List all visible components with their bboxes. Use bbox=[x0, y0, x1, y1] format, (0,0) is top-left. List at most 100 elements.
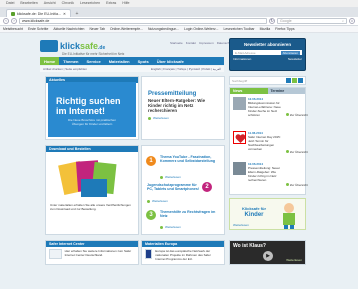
number-badge-2: 2 bbox=[202, 182, 212, 192]
nav-materialien[interactable]: Materialien bbox=[105, 57, 134, 65]
bookmark-item[interactable]: Nutzungsbedingun... bbox=[148, 27, 179, 31]
safer-internet-box: Safer Internet Center Hier erhalten Sie … bbox=[45, 240, 139, 265]
kids-more-link[interactable]: Weiterlesen bbox=[233, 223, 249, 227]
newsletter-popup: Newsletter abonnieren E-Mail-Adresse Abo… bbox=[229, 38, 306, 71]
search-icon[interactable] bbox=[286, 78, 291, 83]
facebook-icon[interactable] bbox=[298, 78, 303, 83]
home-button[interactable]: ⌂ bbox=[349, 18, 355, 24]
utility-links[interactable]: Artikel drucken | Seite empfehlen bbox=[43, 67, 87, 71]
news-more-label: Zur Übersicht bbox=[289, 183, 308, 187]
press-label: Pressemitteilung bbox=[148, 91, 197, 97]
newsletter-info-link[interactable]: Informationen bbox=[233, 57, 251, 61]
bookmark-item[interactable]: Erste Schritte bbox=[28, 27, 48, 31]
site-logo[interactable]: klicksafe.de bbox=[40, 40, 105, 52]
menu-item-extras[interactable]: Extras bbox=[106, 1, 116, 6]
news-tab[interactable]: News bbox=[230, 88, 268, 94]
logo-suffix: .de bbox=[98, 45, 106, 51]
news-text: Bildungskommission für Internet-erfahren… bbox=[248, 101, 281, 117]
download-text: Unter materialien erhalten Sie alle unse… bbox=[50, 203, 131, 211]
site-tagline: Die EU-Initiative für mehr Sicherheit im… bbox=[62, 52, 125, 56]
back-button[interactable]: ‹ bbox=[3, 18, 9, 24]
play-icon[interactable]: ▶ bbox=[263, 251, 273, 261]
news-more-2[interactable]: Zur Übersicht bbox=[286, 150, 316, 154]
menu-item-file[interactable]: Datei bbox=[6, 1, 14, 6]
europa-text: Europa ist das europäische Netzwerk der … bbox=[155, 249, 211, 261]
toplink[interactable]: Kontakt bbox=[186, 41, 196, 45]
bookmark-item[interactable]: Online-Weiterempfe... bbox=[110, 27, 143, 31]
video-title: Wo ist Klaus? bbox=[233, 243, 266, 249]
video-more-link[interactable]: Weiterlesen bbox=[286, 258, 302, 262]
forward-button[interactable]: › bbox=[11, 18, 17, 24]
saferinternet-logo bbox=[49, 249, 62, 259]
newsletter-placeholder: E-Mail-Adresse bbox=[235, 50, 256, 55]
news-item-3[interactable]: 10.06.2014 Pressemitteilung: Neuer Elter… bbox=[233, 162, 284, 182]
main-navigation: Home Themen Service Materialien Spots Üb… bbox=[40, 57, 224, 65]
video-box[interactable]: Wo ist Klaus? ▶ Weiterlesen bbox=[229, 240, 306, 265]
news-item-2[interactable]: 11.06.2014 Safer Internet Day 2015: Jetz… bbox=[233, 131, 284, 151]
arrow-icon bbox=[286, 183, 289, 186]
search-icon[interactable]: ⌕ bbox=[342, 19, 344, 23]
bookmark-item[interactable]: Meistbesucht bbox=[3, 27, 23, 31]
close-tab-icon[interactable]: ✕ bbox=[63, 12, 66, 16]
press-more-label: Weiterlesen bbox=[153, 116, 169, 120]
bookmark-item[interactable]: Mozilla bbox=[260, 27, 271, 31]
topic-1-text[interactable]: Thema YouTube - Faszination, Kommerz und… bbox=[160, 155, 220, 163]
site-search-input[interactable]: Suchbegriff bbox=[232, 79, 247, 83]
download-box: Download und Bestellen Unter materialien… bbox=[45, 145, 139, 235]
browser-menubar: Datei Bearbeiten Ansicht Chronik Lesezei… bbox=[0, 0, 358, 7]
reload-button[interactable]: ↻ bbox=[269, 18, 275, 24]
bookmark-item[interactable]: Lesezeichen Toolbar bbox=[224, 27, 255, 31]
nav-themen[interactable]: Themen bbox=[59, 57, 82, 65]
menu-item-view[interactable]: Ansicht bbox=[44, 1, 56, 6]
topic-3-text[interactable]: Themenhilfe zu Rechtsfragen im Netz bbox=[160, 210, 220, 218]
menu-item-edit[interactable]: Bearbeiten bbox=[20, 1, 37, 6]
new-tab-button[interactable]: + bbox=[73, 10, 81, 17]
hero-banner[interactable]: Richtig suchen im Internet! Die Neue Bro… bbox=[48, 82, 136, 137]
kids-banner-line2: Kinder bbox=[244, 212, 264, 218]
nav-service[interactable]: Service bbox=[82, 57, 104, 65]
toplink[interactable]: Startseite bbox=[170, 41, 183, 45]
url-text: www.klicksafe.de bbox=[22, 19, 50, 23]
news-text: Safer Internet Day 2015: Jetzt Termin fü… bbox=[248, 135, 281, 151]
events-tab[interactable]: Termine bbox=[267, 88, 305, 94]
language-links[interactable]: English | Français | Türkçe | Русский | … bbox=[151, 67, 221, 71]
news-thumb bbox=[233, 131, 246, 144]
newsletter-archive-link[interactable]: Newsletter bbox=[288, 57, 302, 61]
topic-1-more-label: Weiterlesen bbox=[165, 175, 181, 179]
hero-title-line2: im Internet! bbox=[56, 106, 106, 116]
brochures-image bbox=[58, 160, 117, 197]
bookmark-item[interactable]: Aktuelle Nachrichten bbox=[53, 27, 84, 31]
download-box-head: Download und Bestellen bbox=[46, 146, 138, 152]
kids-banner[interactable]: Klicksafe für Kinder Weiterlesen bbox=[229, 198, 306, 230]
menu-item-history[interactable]: Chronik bbox=[62, 1, 74, 6]
safer-internet-text: Hier erhalten Sie weitere Informationen … bbox=[64, 249, 132, 257]
newsletter-links: Informationen Newsletter bbox=[233, 57, 302, 61]
topic-2-more-link[interactable]: Weiterlesen bbox=[147, 199, 168, 203]
topic-3-more-label: Weiterlesen bbox=[165, 225, 181, 229]
menu-item-bookmarks[interactable]: Lesezeichen bbox=[80, 1, 100, 6]
nav-home[interactable]: Home bbox=[40, 57, 60, 65]
address-bar[interactable]: www.klicksafe.de bbox=[19, 18, 267, 24]
news-more-1[interactable]: Zur Übersicht bbox=[286, 113, 316, 117]
kids-banner-line1: Klicksafe für bbox=[242, 206, 267, 211]
browser-search-input[interactable]: Google ⌕ bbox=[277, 18, 347, 24]
nav-ueber[interactable]: Über klicksafe bbox=[153, 57, 188, 65]
news-more-label: Zur Übersicht bbox=[289, 150, 308, 154]
newsletter-email-input[interactable]: E-Mail-Adresse Abonnieren bbox=[233, 50, 302, 55]
news-item-1[interactable]: 12.06.2014 Bildungskommission für Intern… bbox=[233, 97, 284, 117]
topic-3-more-link[interactable]: Weiterlesen bbox=[160, 225, 181, 229]
press-more-link[interactable]: Weiterlesen bbox=[148, 116, 220, 120]
bookmark-item[interactable]: Login Online-Weiterz... bbox=[184, 27, 218, 31]
toplink[interactable]: Impressum bbox=[199, 41, 214, 45]
topic-2-text[interactable]: Jugendschutzprogramme für PC, Tablets un… bbox=[147, 183, 201, 191]
press-headline[interactable]: Neuer Eltern-Ratgeber: Wie Kinder richti… bbox=[148, 98, 220, 113]
menu-item-help[interactable]: Hilfe bbox=[122, 1, 129, 6]
newsletter-subscribe-button[interactable]: Abonnieren bbox=[280, 50, 300, 55]
browser-tab[interactable]: klicksafe.de: Die EU-Initia... ✕ bbox=[6, 9, 71, 17]
bookmark-item[interactable]: Neuer Tab bbox=[89, 27, 105, 31]
news-more-3[interactable]: Zur Übersicht bbox=[286, 183, 316, 187]
topic-1-more-link[interactable]: Weiterlesen bbox=[160, 175, 181, 179]
bookmark-item[interactable]: Firefox Tipps bbox=[275, 27, 294, 31]
rss-icon[interactable] bbox=[292, 78, 297, 83]
nav-spots[interactable]: Spots bbox=[134, 57, 153, 65]
